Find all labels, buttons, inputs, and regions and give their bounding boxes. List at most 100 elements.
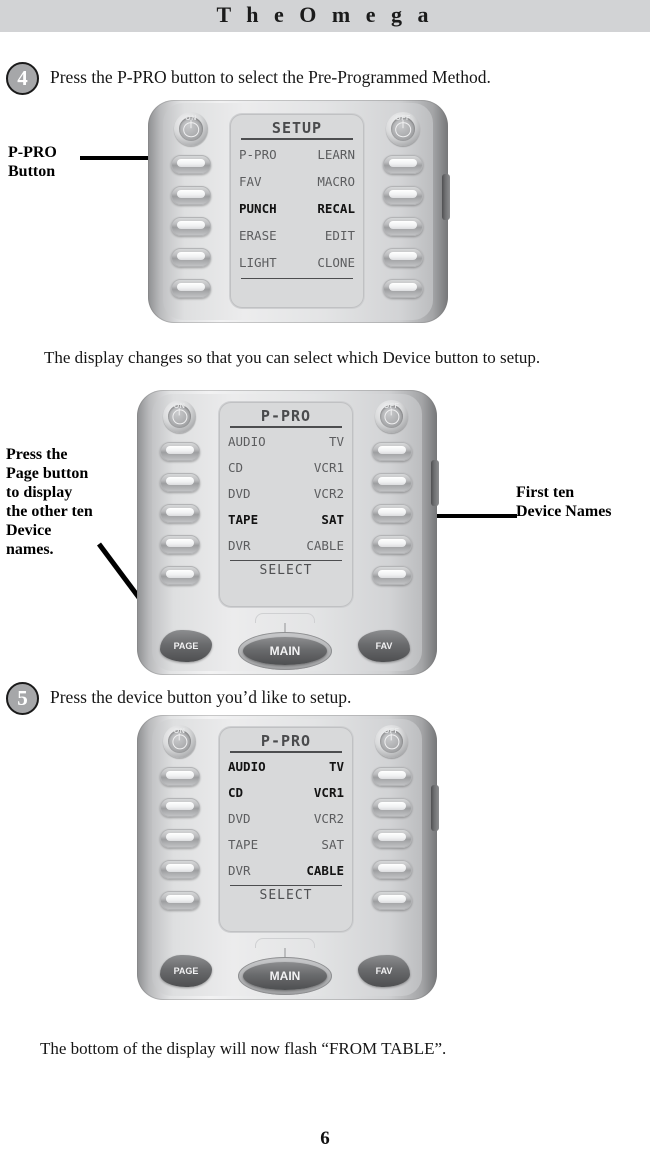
lcd-menu-item-right[interactable]: MACRO [317, 168, 355, 195]
power-on-button[interactable]: ON [163, 400, 196, 433]
left-soft-key-3[interactable] [171, 217, 211, 236]
lcd-divider-bottom [241, 277, 353, 280]
lcd-menu-item-right[interactable]: CLONE [317, 249, 355, 276]
side-button[interactable] [442, 174, 450, 220]
left-soft-key-2[interactable] [171, 186, 211, 205]
side-button[interactable] [431, 785, 439, 831]
lcd-menu-row: FAV MACRO [239, 168, 355, 195]
remote-ppro-selected: ON OFF P-PRO AUDIO TV CD VCR1 DVD VCR2 TAPE SAT… [137, 715, 439, 1000]
lcd-menu-item-left[interactable]: DVR [228, 533, 251, 559]
lcd-menu-item-left[interactable]: ERASE [239, 222, 277, 249]
lcd-content: P-PRO AUDIO TV CD VCR1 DVD VCR2 TAPE SAT DVR CABL… [219, 402, 353, 607]
right-soft-key-2[interactable] [372, 473, 412, 492]
lcd-menu-row: DVD VCR2 [228, 481, 344, 507]
lcd-divider-bottom [230, 559, 342, 562]
lcd-menu-item-left[interactable]: DVD [228, 481, 251, 507]
lcd-menu-row: PUNCH RECAL [239, 195, 355, 222]
right-soft-key-2[interactable] [372, 798, 412, 817]
fav-button[interactable]: FAV [358, 630, 410, 662]
left-soft-key-4[interactable] [160, 860, 200, 879]
right-soft-key-5[interactable] [383, 279, 423, 298]
page-title: T h e O m e g a [216, 2, 434, 27]
callout-first-ten-device-names: First ten Device Names [516, 484, 612, 520]
left-soft-key-5[interactable] [171, 279, 211, 298]
right-soft-key-4[interactable] [372, 860, 412, 879]
lcd-menu-item-right[interactable]: VCR1 [314, 780, 344, 806]
left-soft-key-3[interactable] [160, 504, 200, 523]
lcd-divider-top [230, 751, 342, 753]
left-soft-key-5[interactable] [160, 566, 200, 585]
paragraph-after-step-4: The display changes so that you can sele… [44, 348, 541, 367]
lcd-display: P-PRO AUDIO TV CD VCR1 DVD VCR2 TAPE SAT DVR CABL… [219, 727, 353, 932]
lcd-menu-item-right[interactable]: SAT [321, 832, 344, 858]
main-button[interactable]: MAIN [243, 962, 327, 990]
lcd-menu-item-left[interactable]: AUDIO [228, 754, 266, 780]
page-number: 6 [320, 1128, 330, 1149]
fav-button[interactable]: FAV [358, 955, 410, 987]
right-soft-key-4[interactable] [383, 248, 423, 267]
lcd-menu-item-left[interactable]: CD [228, 455, 243, 481]
power-on-button[interactable]: ON [163, 725, 196, 758]
callout-page-button: Press the Page button to display the oth… [6, 446, 93, 558]
lcd-menu-item-right[interactable]: VCR2 [314, 806, 344, 832]
side-button[interactable] [431, 460, 439, 506]
power-off-button[interactable]: OFF [375, 400, 408, 433]
lcd-menu-item-right[interactable]: SAT [321, 507, 344, 533]
lcd-menu-row: LIGHT CLONE [239, 249, 355, 276]
lcd-menu-item-left[interactable]: PUNCH [239, 195, 277, 222]
lcd-menu-item-left[interactable]: CD [228, 780, 243, 806]
lcd-menu-item-right[interactable]: TV [329, 754, 344, 780]
lcd-menu-item-right[interactable]: TV [329, 429, 344, 455]
right-soft-key-3[interactable] [383, 217, 423, 236]
lcd-footer: SELECT [259, 888, 313, 904]
callout-p-pro-button: P-PRO Button [8, 144, 57, 180]
lcd-menu-rows: P-PRO LEARN FAV MACRO PUNCH RECAL ERASE EDIT LIG… [239, 141, 355, 276]
lcd-menu-item-right[interactable]: VCR1 [314, 455, 344, 481]
power-on-button[interactable]: ON [174, 112, 208, 146]
right-soft-key-2[interactable] [383, 186, 423, 205]
page-button[interactable]: PAGE [160, 955, 212, 987]
page-button[interactable]: PAGE [160, 630, 212, 662]
lcd-menu-item-right[interactable]: RECAL [317, 195, 355, 222]
right-soft-key-3[interactable] [372, 504, 412, 523]
lcd-content: SETUP P-PRO LEARN FAV MACRO PUNCH RECAL ERASE E… [230, 114, 364, 308]
lcd-menu-item-left[interactable]: AUDIO [228, 429, 266, 455]
right-soft-key-4[interactable] [372, 535, 412, 554]
left-soft-key-3[interactable] [160, 829, 200, 848]
lcd-menu-item-right[interactable]: CABLE [306, 533, 344, 559]
left-soft-key-4[interactable] [160, 535, 200, 554]
main-button[interactable]: MAIN [243, 637, 327, 665]
lcd-menu-item-right[interactable]: EDIT [325, 222, 355, 249]
right-soft-key-5[interactable] [372, 566, 412, 585]
step-text-5: Press the device button you’d like to se… [50, 687, 352, 707]
power-off-button[interactable]: OFF [375, 725, 408, 758]
left-soft-key-1[interactable] [171, 155, 211, 174]
right-soft-key-1[interactable] [372, 442, 412, 461]
lcd-menu-item-left[interactable]: DVR [228, 858, 251, 884]
right-soft-key-3[interactable] [372, 829, 412, 848]
lcd-menu-item-left[interactable]: P-PRO [239, 141, 277, 168]
lcd-menu-item-left[interactable]: TAPE [228, 507, 258, 533]
right-soft-key-1[interactable] [383, 155, 423, 174]
lcd-menu-item-left[interactable]: TAPE [228, 832, 258, 858]
right-soft-key-1[interactable] [372, 767, 412, 786]
lcd-content: P-PRO AUDIO TV CD VCR1 DVD VCR2 TAPE SAT DVR CABL… [219, 727, 353, 932]
power-off-button[interactable]: OFF [386, 112, 420, 146]
lcd-title: P-PRO [260, 732, 312, 750]
left-soft-key-5[interactable] [160, 891, 200, 910]
lcd-menu-item-left[interactable]: LIGHT [239, 249, 277, 276]
right-soft-key-5[interactable] [372, 891, 412, 910]
lcd-menu-item-right[interactable]: LEARN [317, 141, 355, 168]
lcd-menu-item-left[interactable]: FAV [239, 168, 262, 195]
lcd-menu-item-right[interactable]: VCR2 [314, 481, 344, 507]
left-soft-key-4[interactable] [171, 248, 211, 267]
left-soft-key-1[interactable] [160, 442, 200, 461]
left-soft-key-2[interactable] [160, 473, 200, 492]
lcd-menu-item-left[interactable]: DVD [228, 806, 251, 832]
remote-ppro-page1: ON OFF P-PRO AUDIO TV CD VCR1 DVD VCR2 TAPE SAT… [137, 390, 439, 675]
left-soft-key-2[interactable] [160, 798, 200, 817]
lcd-menu-row: CD VCR1 [228, 780, 344, 806]
left-soft-key-1[interactable] [160, 767, 200, 786]
lcd-menu-item-right[interactable]: CABLE [306, 858, 344, 884]
keypad-notch [255, 938, 315, 948]
